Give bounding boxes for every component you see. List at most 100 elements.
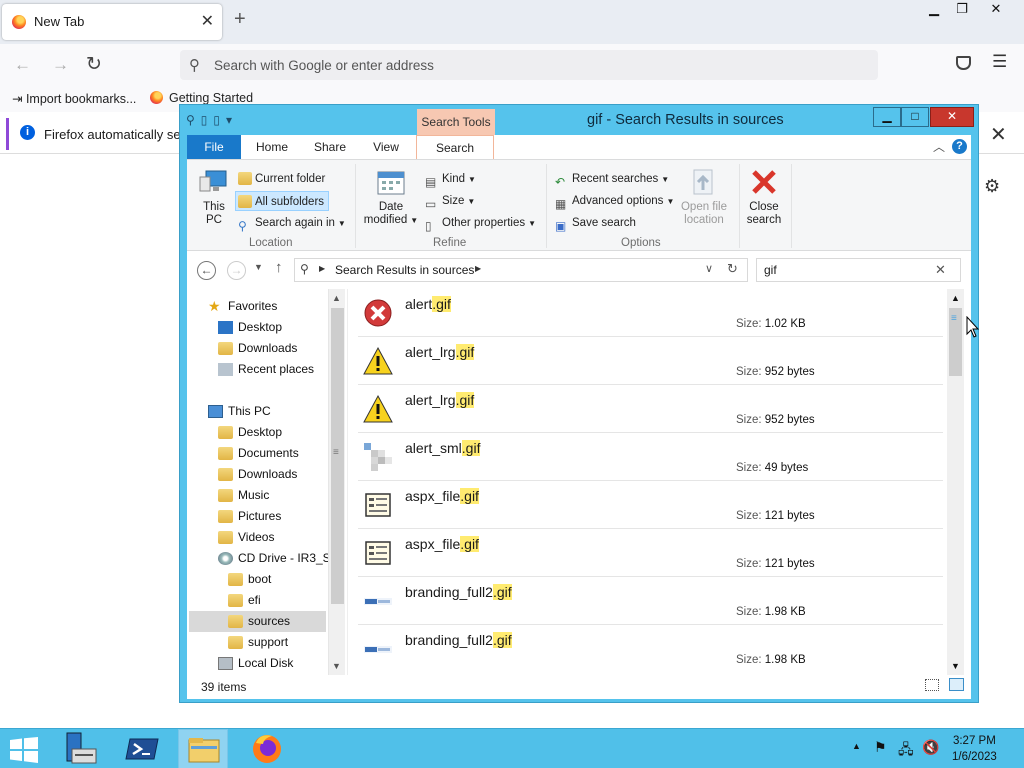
size-dropdown[interactable]: ▭ Size ▼ <box>423 191 475 211</box>
nav-documents[interactable]: Documents <box>218 443 299 464</box>
close-search-button[interactable]: Close search <box>743 166 785 227</box>
nav-pictures[interactable]: Pictures <box>218 506 281 527</box>
this-pc-button[interactable]: This PC <box>195 166 233 227</box>
explorer-close-button[interactable]: ✕ <box>930 107 974 127</box>
restore-window-button[interactable]: ❐ <box>946 0 978 20</box>
kind-dropdown[interactable]: ▤ Kind ▼ <box>423 169 476 189</box>
list-item[interactable]: aspx_file.gif Size: 121 bytes <box>358 481 943 529</box>
nav-pc-desktop[interactable]: Desktop <box>218 422 282 443</box>
advanced-options-dropdown[interactable]: ▦ Advanced options ▼ <box>553 191 674 211</box>
explorer-minimize-button[interactable]: ▁ <box>873 107 901 127</box>
bookmark-getting-started[interactable]: Getting Started <box>150 91 253 105</box>
tab-file[interactable]: File <box>187 135 241 159</box>
breadcrumb-arrow-icon[interactable]: ▶ <box>319 264 325 273</box>
ribbon-separator <box>355 164 356 248</box>
refresh-icon[interactable]: ↻ <box>727 261 738 277</box>
close-notice-icon[interactable]: ✕ <box>990 122 1007 147</box>
navigation-scrollbar[interactable]: ▲ ≡ ▼ <box>328 289 345 675</box>
nav-favorites[interactable]: ★ Favorites <box>208 296 277 317</box>
list-item[interactable]: alert.gif Size: 1.02 KB <box>358 289 943 337</box>
scroll-down-icon[interactable]: ▼ <box>951 661 960 671</box>
nav-pc-downloads[interactable]: Downloads <box>218 464 297 485</box>
powershell-icon[interactable] <box>124 729 164 768</box>
nav-support-label: support <box>248 635 289 649</box>
nav-boot[interactable]: boot <box>228 569 271 590</box>
nav-efi[interactable]: efi <box>228 590 261 611</box>
open-file-location-button[interactable]: Open file location <box>679 166 729 227</box>
list-item[interactable]: aspx_file.gif Size: 121 bytes <box>358 529 943 577</box>
current-folder-option[interactable]: Current folder <box>236 169 325 189</box>
nav-music[interactable]: Music <box>218 485 269 506</box>
downloads-folder-icon <box>218 342 233 355</box>
volume-muted-icon[interactable]: 🔇 <box>922 739 939 756</box>
windows-start-icon[interactable] <box>8 737 40 763</box>
clear-search-icon[interactable]: ✕ <box>935 262 946 278</box>
nav-recent-places[interactable]: Recent places <box>218 359 314 380</box>
search-again-in-dropdown[interactable]: ⚲ Search again in ▼ <box>236 213 346 233</box>
close-tab-icon[interactable]: ✕ <box>201 11 214 31</box>
back-arrow-icon[interactable]: ← <box>14 55 31 75</box>
search-input[interactable]: gif ✕ <box>756 258 961 282</box>
scroll-up-icon[interactable]: ▲ <box>951 293 960 303</box>
breadcrumb-arrow-icon[interactable]: ▶ <box>475 264 481 273</box>
firefox-taskbar-icon[interactable] <box>244 729 290 768</box>
scroll-down-icon[interactable]: ▼ <box>332 661 341 671</box>
bookmark-import[interactable]: ⇥ Import bookmarks... <box>12 91 136 106</box>
quick-access-toolbar[interactable]: ⚲▯▯▾ <box>186 113 238 127</box>
back-arrow-icon[interactable]: ← <box>197 261 216 280</box>
file-size: Size: 121 bytes <box>736 510 815 522</box>
server-manager-icon[interactable] <box>62 729 102 768</box>
list-item[interactable]: branding_full2.gif Size: 1.98 KB <box>358 577 943 625</box>
list-item[interactable]: alert_lrg.gif Size: 952 bytes <box>358 385 943 433</box>
pocket-icon[interactable] <box>956 56 971 70</box>
nav-videos[interactable]: Videos <box>218 527 274 548</box>
taskbar-clock[interactable]: 3:27 PM 1/6/2023 <box>952 733 997 765</box>
results-scrollbar[interactable]: ▲ ≡ ▼ <box>947 289 964 675</box>
close-window-button[interactable]: ✕ <box>980 0 1012 20</box>
address-bar[interactable]: ⚲ ▶ Search Results in sources ▶ ∨ ↻ <box>294 258 748 282</box>
address-dropdown-chevron-icon[interactable]: ∨ <box>705 262 713 275</box>
content-view-icon[interactable] <box>949 678 964 691</box>
url-bar[interactable]: ⚲ Search with Google or enter address <box>180 50 878 80</box>
collapse-ribbon-chevron-icon[interactable]: ︿ <box>933 138 945 155</box>
tab-share[interactable]: Share <box>305 135 355 159</box>
save-search-button[interactable]: ▣ Save search <box>553 213 636 233</box>
show-hidden-icons-chevron-icon[interactable]: ▲ <box>852 741 861 751</box>
tab-home[interactable]: Home <box>247 135 297 159</box>
nav-downloads[interactable]: Downloads <box>218 338 297 359</box>
nav-cd-drive[interactable]: CD Drive - IR3_SS <box>218 548 339 569</box>
navigation-pane: ★ Favorites Desktop Downloads Recent plac… <box>187 289 347 675</box>
up-arrow-icon[interactable]: ↑ <box>275 259 283 276</box>
menu-hamburger-icon[interactable]: ☰ <box>992 52 1007 72</box>
explorer-maximize-button[interactable]: □ <box>901 107 929 127</box>
all-subfolders-option[interactable]: All subfolders <box>235 191 330 211</box>
gear-icon[interactable]: ⚙ <box>984 176 1000 197</box>
new-tab-plus-icon[interactable]: + <box>234 8 246 31</box>
list-item[interactable]: alert_sml.gif Size: 49 bytes <box>358 433 943 481</box>
tab-new-tab[interactable]: New Tab ✕ <box>2 4 222 40</box>
scroll-up-icon[interactable]: ▲ <box>332 293 341 303</box>
other-properties-dropdown[interactable]: ▯ Other properties ▼ <box>423 213 536 233</box>
help-icon[interactable]: ? <box>952 139 967 154</box>
forward-arrow-icon[interactable]: → <box>227 261 246 280</box>
breadcrumb-search-results[interactable]: Search Results in sources <box>335 263 474 277</box>
details-view-icon[interactable] <box>925 679 939 691</box>
nav-support[interactable]: support <box>228 632 289 653</box>
nav-sources[interactable]: sources <box>189 611 326 632</box>
reload-icon[interactable]: ↻ <box>86 53 102 76</box>
nav-local-disk[interactable]: Local Disk <box>218 653 293 674</box>
tab-search[interactable]: Search <box>416 135 494 159</box>
recent-locations-chevron-icon[interactable]: ▼ <box>254 262 263 272</box>
file-explorer-taskbar-icon[interactable] <box>178 729 228 768</box>
list-item[interactable]: alert_lrg.gif Size: 952 bytes <box>358 337 943 385</box>
recent-searches-dropdown[interactable]: ↶ Recent searches ▼ <box>553 169 669 189</box>
network-icon[interactable]: 🖧 <box>898 739 914 763</box>
date-modified-dropdown[interactable]: Date modified ▼ <box>363 166 419 227</box>
action-center-flag-icon[interactable]: ⚑ <box>874 739 887 756</box>
nav-this-pc[interactable]: This PC <box>208 401 271 422</box>
list-item[interactable]: branding_full2.gif Size: 1.98 KB <box>358 625 943 673</box>
folder-icon <box>228 615 243 628</box>
forward-arrow-icon[interactable]: → <box>52 55 69 75</box>
tab-view[interactable]: View <box>363 135 409 159</box>
nav-desktop[interactable]: Desktop <box>218 317 282 338</box>
